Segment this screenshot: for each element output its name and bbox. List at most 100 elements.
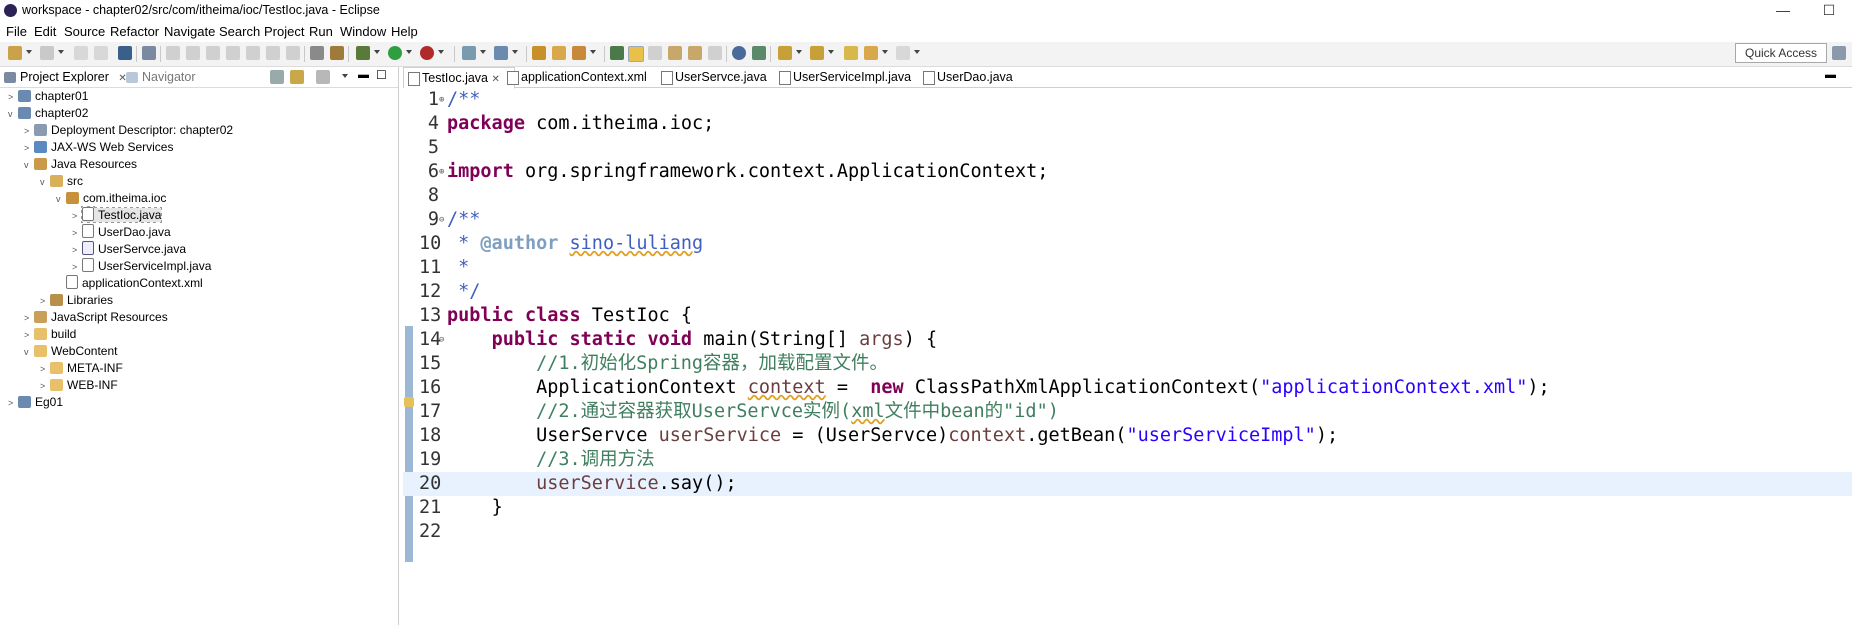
- minimize-view-icon[interactable]: ▬: [358, 69, 369, 81]
- current-code-line[interactable]: 20 userService.say();: [403, 472, 1852, 496]
- expand-twisty-icon[interactable]: >: [40, 293, 50, 310]
- minimize-editor-icon[interactable]: ▬: [1825, 69, 1836, 81]
- word-wrap-icon[interactable]: [648, 46, 662, 60]
- collapse-twisty-icon[interactable]: v: [8, 106, 18, 123]
- web-browser-icon[interactable]: [732, 46, 746, 60]
- tree-item-javascript-resources[interactable]: > JavaScript Resources: [24, 309, 168, 326]
- dropdown-arrow-icon[interactable]: [26, 50, 32, 54]
- code-line[interactable]: 17 //2.通过容器获取UserServce实例(xml文件中bean的"id…: [403, 400, 1852, 424]
- whitespace-icon[interactable]: [688, 46, 702, 60]
- tree-item-chapter01[interactable]: > chapter01: [8, 88, 88, 105]
- expand-twisty-icon[interactable]: >: [24, 310, 34, 327]
- last-edit-location-icon[interactable]: [844, 46, 858, 60]
- menu-edit[interactable]: Edit: [34, 24, 56, 39]
- quick-access-field[interactable]: Quick Access: [1735, 43, 1827, 63]
- show-whitespace-icon[interactable]: [708, 46, 722, 60]
- tree-item-src[interactable]: v src: [40, 173, 83, 190]
- filters-icon[interactable]: [316, 70, 330, 84]
- run-icon[interactable]: [388, 46, 402, 60]
- tree-item-testioc[interactable]: > TestIoc.java: [72, 207, 163, 225]
- previous-annotation-icon[interactable]: [810, 46, 824, 60]
- code-line[interactable]: 8: [403, 184, 1852, 208]
- tab-applicationcontext-xml[interactable]: applicationContext.xml: [503, 67, 647, 87]
- expand-twisty-icon[interactable]: >: [40, 361, 50, 378]
- tree-item-package[interactable]: v com.itheima.ioc: [56, 190, 166, 207]
- code-line[interactable]: 15 //1.初始化Spring容器，加载配置文件。: [403, 352, 1852, 376]
- annotation-icon[interactable]: [752, 46, 766, 60]
- expand-fold-icon[interactable]: ⊕: [439, 88, 444, 112]
- tree-item-chapter02[interactable]: v chapter02: [8, 105, 88, 122]
- collapse-twisty-icon[interactable]: v: [56, 191, 66, 208]
- code-line[interactable]: 21 }: [403, 496, 1852, 520]
- expand-fold-icon[interactable]: ⊕: [439, 160, 444, 184]
- next-annotation-icon[interactable]: [778, 46, 792, 60]
- menu-file[interactable]: File: [6, 24, 27, 39]
- collapse-fold-icon[interactable]: ⊖: [439, 208, 444, 232]
- toggle-breadcrumb-icon[interactable]: [610, 46, 624, 60]
- expand-twisty-icon[interactable]: >: [24, 327, 34, 344]
- resume-icon[interactable]: [166, 46, 180, 60]
- collapse-twisty-icon[interactable]: v: [24, 344, 34, 361]
- perspective-icon[interactable]: [1832, 46, 1846, 60]
- block-selection-icon[interactable]: [668, 46, 682, 60]
- code-line[interactable]: 22: [403, 520, 1852, 544]
- menu-run[interactable]: Run: [309, 24, 333, 39]
- menu-help[interactable]: Help: [391, 24, 418, 39]
- code-line[interactable]: 18 UserServce userService = (UserServce)…: [403, 424, 1852, 448]
- disconnect-icon[interactable]: [226, 46, 240, 60]
- tree-item-eg01[interactable]: > Eg01: [8, 394, 63, 411]
- tree-item-deployment-descriptor[interactable]: > Deployment Descriptor: chapter02: [24, 122, 233, 139]
- step-over-icon[interactable]: [266, 46, 280, 60]
- collapse-fold-icon[interactable]: ⊖: [439, 328, 444, 352]
- tree-item-applicationcontext[interactable]: applicationContext.xml: [56, 275, 203, 292]
- code-line[interactable]: 12 */: [403, 280, 1852, 304]
- debug-icon[interactable]: [356, 46, 370, 60]
- new-server-icon[interactable]: [462, 46, 476, 60]
- save-icon[interactable]: [74, 46, 88, 60]
- code-line[interactable]: 14 ⊖ public static void main(String[] arg…: [403, 328, 1852, 352]
- tree-item-libraries[interactable]: > Libraries: [40, 292, 113, 309]
- dropdown-arrow-icon[interactable]: [512, 50, 518, 54]
- dropdown-arrow-icon[interactable]: [828, 50, 834, 54]
- tab-userdao-java[interactable]: UserDao.java: [919, 67, 1013, 87]
- menu-refactor[interactable]: Refactor: [110, 24, 159, 39]
- skip-breakpoints-icon[interactable]: [142, 46, 156, 60]
- forward-icon[interactable]: [896, 46, 910, 60]
- menu-search[interactable]: Search: [219, 24, 260, 39]
- dropdown-arrow-icon[interactable]: [58, 50, 64, 54]
- dropdown-arrow-icon[interactable]: [882, 50, 888, 54]
- tree-item-jaxws[interactable]: > JAX-WS Web Services: [24, 139, 173, 156]
- expand-twisty-icon[interactable]: >: [8, 395, 18, 412]
- tab-testioc-java[interactable]: TestIoc.java ✕: [403, 67, 515, 89]
- minimize-button[interactable]: —: [1760, 0, 1806, 22]
- menu-project[interactable]: Project: [264, 24, 304, 39]
- expand-twisty-icon[interactable]: >: [40, 378, 50, 395]
- new-icon[interactable]: [8, 46, 22, 60]
- dropdown-arrow-icon[interactable]: [480, 50, 486, 54]
- code-line[interactable]: 11 *: [403, 256, 1852, 280]
- tree-item-userserviceimpl[interactable]: > UserServiceImpl.java: [72, 258, 211, 275]
- collapse-all-icon[interactable]: [270, 70, 284, 84]
- code-line[interactable]: 6 ⊕ import org.springframework.context.App…: [403, 160, 1852, 184]
- tree-item-web-inf[interactable]: > WEB-INF: [40, 377, 118, 394]
- external-tools-icon[interactable]: [420, 46, 434, 60]
- search-icon[interactable]: [572, 46, 586, 60]
- tree-item-webcontent[interactable]: v WebContent: [24, 343, 118, 360]
- view-menu-icon[interactable]: [342, 74, 348, 78]
- collapse-twisty-icon[interactable]: v: [24, 157, 34, 174]
- code-line[interactable]: 16 ApplicationContext context = new Clas…: [403, 376, 1852, 400]
- expand-twisty-icon[interactable]: >: [72, 208, 82, 225]
- link-with-editor-icon[interactable]: [290, 70, 304, 84]
- suspend-icon[interactable]: [186, 46, 200, 60]
- dropdown-arrow-icon[interactable]: [796, 50, 802, 54]
- open-resource-icon[interactable]: [552, 46, 566, 60]
- sort-members-icon[interactable]: [330, 46, 344, 60]
- expand-twisty-icon[interactable]: >: [72, 242, 82, 259]
- maximize-view-icon[interactable]: ☐: [376, 68, 387, 82]
- console-icon[interactable]: [118, 46, 132, 60]
- tree-item-userdao[interactable]: > UserDao.java: [72, 224, 171, 241]
- new-java-class-icon[interactable]: [494, 46, 508, 60]
- expand-twisty-icon[interactable]: >: [24, 140, 34, 157]
- dropdown-arrow-icon[interactable]: [374, 50, 380, 54]
- open-type-icon[interactable]: [532, 46, 546, 60]
